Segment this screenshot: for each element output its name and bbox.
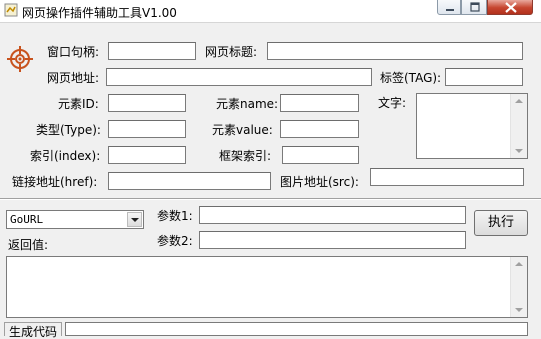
element-value-label: 元素value:	[212, 123, 273, 137]
frame-index-field[interactable]	[282, 146, 359, 164]
command-select-value: GoURL	[10, 213, 44, 226]
scroll-down-icon[interactable]	[515, 308, 523, 312]
frame-index-label: 框架索引:	[219, 149, 272, 163]
page-title-field[interactable]	[267, 42, 523, 60]
return-value-scrollbar[interactable]	[510, 257, 527, 317]
img-src-field[interactable]	[370, 168, 524, 186]
scroll-down-icon[interactable]	[515, 149, 523, 153]
dropdown-button[interactable]	[127, 212, 142, 227]
window-handle-label: 窗口句柄:	[47, 45, 100, 59]
close-button[interactable]	[487, 0, 533, 15]
page-title-label: 网页标题:	[205, 45, 258, 59]
type-label: 类型(Type):	[36, 123, 101, 137]
scroll-up-icon[interactable]	[515, 262, 523, 266]
app-icon	[4, 3, 18, 17]
element-value-field[interactable]	[280, 120, 359, 138]
element-name-field[interactable]	[280, 94, 359, 112]
window-handle-field[interactable]	[108, 42, 196, 60]
tag-label: 标签(TAG):	[380, 71, 442, 85]
minimize-button[interactable]	[437, 0, 461, 15]
tag-field[interactable]	[445, 68, 523, 86]
crosshair-finder-icon[interactable]	[5, 44, 35, 74]
separator	[0, 198, 541, 200]
element-name-label: 元素name:	[216, 97, 279, 111]
maximize-button[interactable]	[461, 0, 487, 15]
element-id-label: 元素ID:	[58, 97, 99, 111]
param1-label: 参数1:	[157, 209, 193, 223]
href-field[interactable]	[108, 172, 271, 190]
index-field[interactable]	[108, 146, 186, 164]
text-label: 文字:	[378, 96, 407, 110]
tab-generate-code-label: 生成代码	[9, 325, 58, 339]
param1-field[interactable]	[199, 206, 466, 224]
page-url-label: 网页地址:	[47, 71, 100, 85]
command-select[interactable]: GoURL	[6, 210, 144, 229]
param2-label: 参数2:	[157, 234, 193, 248]
window-title: 网页操作插件辅助工具V1.00	[22, 6, 177, 20]
execute-button[interactable]: 执行	[474, 210, 528, 236]
return-value-label: 返回值:	[8, 238, 49, 252]
close-icon	[505, 2, 517, 13]
index-label: 索引(index):	[30, 149, 101, 163]
maximize-icon	[470, 2, 480, 12]
element-id-field[interactable]	[108, 94, 186, 112]
href-label: 链接地址(href):	[12, 175, 98, 189]
type-field[interactable]	[108, 120, 186, 138]
title-bar: 网页操作插件辅助工具V1.00	[0, 0, 541, 23]
chevron-down-icon	[131, 218, 139, 222]
scroll-up-icon[interactable]	[515, 99, 523, 103]
page-url-field[interactable]	[106, 68, 372, 86]
return-value-area[interactable]	[6, 256, 528, 318]
img-src-label: 图片地址(src):	[280, 175, 359, 189]
param2-field[interactable]	[199, 231, 466, 249]
text-area-scrollbar[interactable]	[510, 94, 527, 158]
text-area[interactable]	[416, 93, 528, 159]
minimize-icon	[446, 9, 454, 11]
